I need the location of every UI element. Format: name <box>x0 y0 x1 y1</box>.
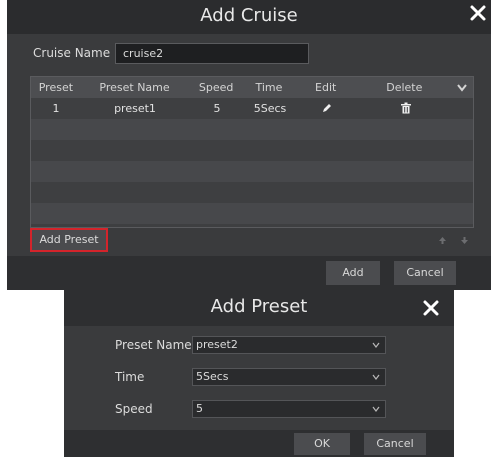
preset-name-label: Preset Name <box>115 338 192 352</box>
close-icon[interactable] <box>469 4 487 22</box>
chevron-down-icon[interactable] <box>451 77 473 98</box>
add-button[interactable]: Add <box>326 261 380 285</box>
cell-preset-name: preset1 <box>114 102 156 115</box>
table-row-empty <box>31 119 473 140</box>
table-row-empty <box>31 161 473 182</box>
preset-table: Preset Preset Name Speed Time Edit Delet… <box>30 76 474 228</box>
table-row[interactable]: 1 preset1 5 5Secs <box>31 98 473 119</box>
column-header-delete[interactable]: Delete <box>358 77 452 98</box>
cancel-button[interactable]: Cancel <box>364 433 426 455</box>
add-cruise-title: Add Cruise <box>200 5 298 26</box>
table-header: Preset Preset Name Speed Time Edit Delet… <box>31 77 473 98</box>
table-row-empty <box>31 182 473 203</box>
add-cruise-titlebar: Add Cruise <box>7 0 491 34</box>
arrow-down-icon[interactable] <box>460 236 469 245</box>
cruise-name-label: Cruise Name <box>33 46 111 60</box>
chevron-down-icon <box>372 406 380 412</box>
add-cruise-dialog: Add Cruise Cruise Name cruise2 Preset Pr… <box>7 0 491 290</box>
arrow-up-icon[interactable] <box>438 236 447 245</box>
table-row-empty <box>31 203 473 224</box>
time-label: Time <box>115 370 145 384</box>
close-icon[interactable] <box>422 299 440 317</box>
column-header-speed[interactable]: Speed <box>188 77 244 98</box>
pencil-icon[interactable] <box>295 98 359 119</box>
ok-button[interactable]: OK <box>294 433 350 455</box>
time-value: 5Secs <box>196 370 229 383</box>
cruise-name-input[interactable]: cruise2 <box>115 43 309 64</box>
add-preset-title: Add Preset <box>210 296 308 317</box>
column-header-preset-name[interactable]: Preset Name <box>81 77 189 98</box>
preset-name-value: preset2 <box>196 338 238 351</box>
add-preset-titlebar: Add Preset <box>64 290 454 326</box>
speed-select[interactable]: 5 <box>192 400 386 418</box>
trash-icon[interactable] <box>359 98 453 119</box>
add-preset-button[interactable]: Add Preset <box>30 228 108 252</box>
column-header-preset[interactable]: Preset <box>31 77 81 98</box>
column-header-time[interactable]: Time <box>244 77 294 98</box>
preset-name-select[interactable]: preset2 <box>192 336 386 354</box>
add-preset-footer: OK Cancel <box>64 430 454 457</box>
cell-speed: 5 <box>213 102 221 115</box>
chevron-down-icon <box>372 342 380 348</box>
add-preset-dialog: Add Preset Preset Name preset2 Time 5Sec… <box>64 290 454 457</box>
time-select[interactable]: 5Secs <box>192 368 386 386</box>
speed-value: 5 <box>196 402 203 415</box>
chevron-down-icon <box>372 374 380 380</box>
column-header-edit[interactable]: Edit <box>294 77 358 98</box>
add-cruise-footer: Add Cancel <box>7 256 491 290</box>
speed-label: Speed <box>115 402 153 416</box>
cell-preset: 1 <box>52 102 60 115</box>
cell-time: 5Secs <box>253 102 287 115</box>
cancel-button[interactable]: Cancel <box>394 261 456 285</box>
table-row-empty <box>31 140 473 161</box>
